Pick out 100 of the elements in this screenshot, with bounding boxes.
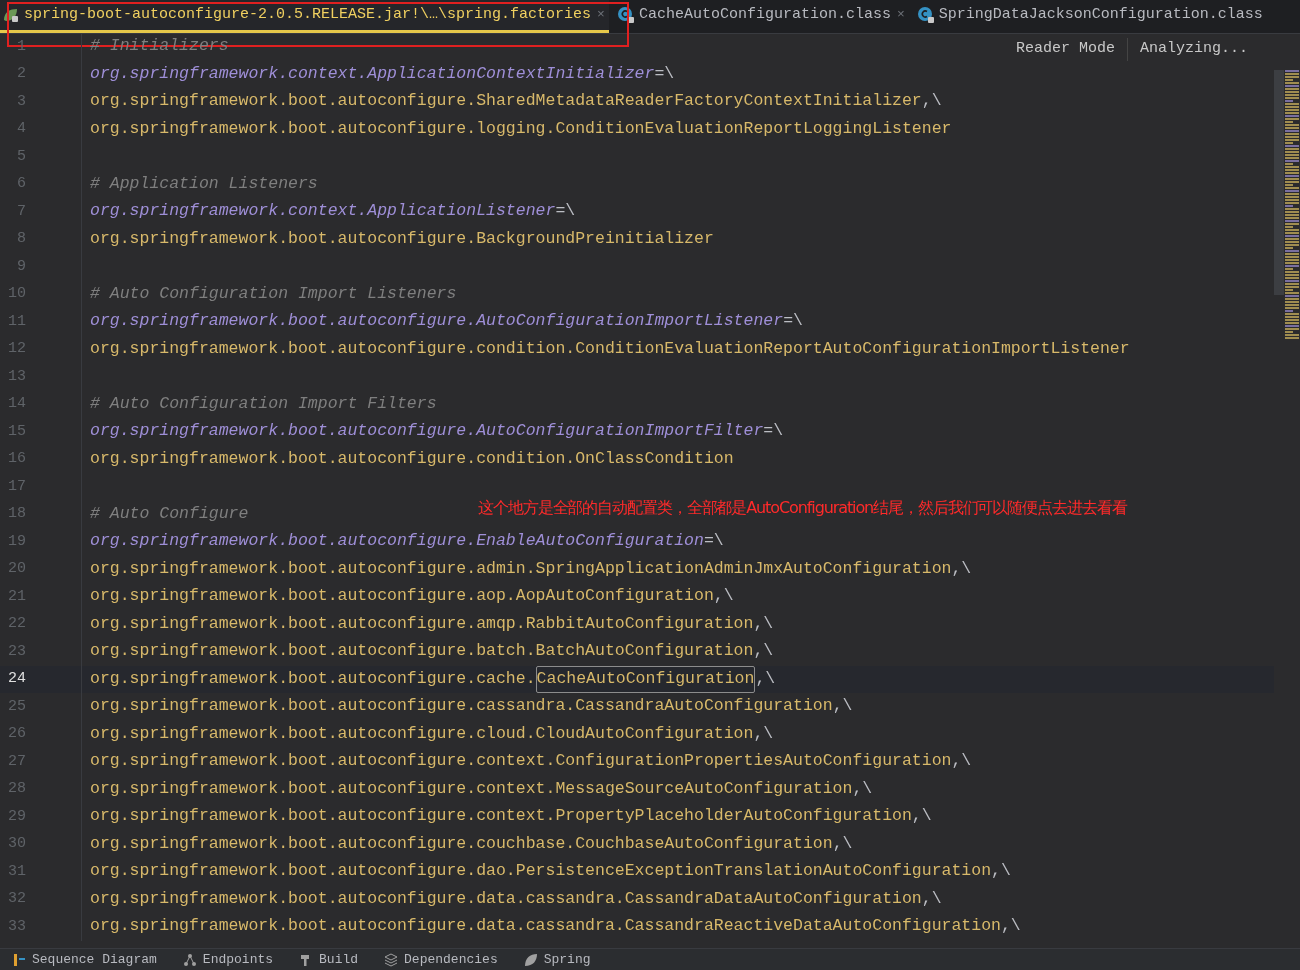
property-value: org.springframework.boot.autoconfigure.data.cassandra.CassandraDataAutoConfiguration bbox=[90, 887, 922, 910]
property-value: org.springframework.boot.autoconfigure.dao.PersistenceExceptionTranslationAutoConfiguration bbox=[90, 860, 992, 883]
line-continuation: ,\ bbox=[951, 557, 972, 580]
property-value: org.springframework.boot.autoconfigure.cassandra.CassandraAutoConfiguration bbox=[90, 695, 833, 718]
analysis-status: Analyzing... bbox=[1126, 38, 1260, 61]
property-key: org.springframework.boot.autoconfigure.EnableAutoConfiguration bbox=[90, 529, 704, 555]
reader-mode-button[interactable]: Reader Mode bbox=[1003, 38, 1127, 61]
leaf-file-icon bbox=[2, 6, 20, 24]
close-icon[interactable]: × bbox=[894, 5, 907, 25]
line-continuation: ,\ bbox=[991, 860, 1011, 883]
line-continuation: =\ bbox=[555, 200, 576, 223]
line-number: 29 bbox=[7, 806, 27, 827]
editor-tab[interactable]: CacheAutoConfiguration.class × bbox=[608, 0, 909, 33]
property-value: org.springframework.boot.autoconfigure.couchbase.CouchbaseAutoConfiguration bbox=[90, 832, 833, 855]
property-value: org.springframework.boot.autoconfigure.amqp.RabbitAutoConfiguration bbox=[90, 612, 754, 635]
line-number: 32 bbox=[7, 889, 27, 909]
line-number: 17 bbox=[7, 476, 27, 497]
line-number: 2 bbox=[16, 64, 27, 84]
line-number: 24 bbox=[7, 669, 27, 689]
line-number: 14 bbox=[7, 394, 27, 414]
line-number: 28 bbox=[7, 779, 27, 799]
line-number: 16 bbox=[7, 449, 27, 469]
line-continuation: ,\ bbox=[951, 750, 972, 773]
class-file-icon bbox=[916, 6, 935, 24]
line-continuation: ,\ bbox=[832, 695, 853, 718]
property-value: org.springframework.boot.autoconfigure.batch.BatchAutoConfiguration bbox=[90, 640, 754, 663]
line-number: 33 bbox=[7, 916, 27, 937]
line-continuation: =\ bbox=[783, 310, 803, 333]
line-number: 22 bbox=[7, 614, 27, 634]
tool-window-button[interactable]: Sequence Diagram bbox=[12, 949, 157, 970]
line-number: 18 bbox=[7, 504, 27, 524]
line-number: 27 bbox=[7, 751, 27, 772]
line-continuation: ,\ bbox=[911, 805, 932, 828]
line-number: 7 bbox=[16, 201, 27, 222]
line-number: 8 bbox=[16, 229, 27, 249]
line-number: 30 bbox=[7, 834, 27, 854]
property-key: org.springframework.context.ApplicationContextInitializer bbox=[90, 61, 655, 87]
selected-word: CacheAutoConfiguration bbox=[535, 665, 756, 693]
property-value: org.springframework.boot.autoconfigure.context.PropertyPlaceholderAutoConfiguration bbox=[90, 805, 912, 828]
line-number: 31 bbox=[7, 861, 27, 882]
line-number: 20 bbox=[7, 559, 27, 579]
line-number: 21 bbox=[7, 586, 27, 607]
comment-text: # Auto Configuration Import Filters bbox=[90, 393, 437, 413]
line-number: 4 bbox=[16, 119, 27, 139]
property-value: org.springframework.boot.autoconfigure.cloud.CloudAutoConfiguration bbox=[90, 722, 754, 745]
comment-text: # Auto Configuration Import Listeners bbox=[90, 283, 457, 303]
property-key: org.springframework.boot.autoconfigure.AutoConfigurationImportListener bbox=[90, 309, 784, 335]
line-number: 19 bbox=[7, 531, 27, 552]
class-file-icon bbox=[616, 6, 635, 24]
line-number: 3 bbox=[16, 91, 27, 112]
line-number: 5 bbox=[16, 146, 27, 167]
line-continuation: ,\ bbox=[753, 722, 774, 745]
line-number: 6 bbox=[16, 174, 27, 194]
tool-window-button[interactable]: Spring bbox=[523, 949, 591, 970]
editor-tab[interactable]: spring-boot-autoconfigure-2.0.5.RELEASE.jar!\…\spring.factories × bbox=[0, 0, 609, 33]
line-number: 9 bbox=[16, 256, 27, 277]
line-continuation: ,\ bbox=[713, 585, 734, 608]
line-continuation: ,\ bbox=[753, 640, 774, 663]
line-number: 23 bbox=[7, 641, 27, 662]
property-value: org.springframework.boot.autoconfigure.aop.AopAutoConfiguration bbox=[90, 585, 714, 608]
tool-window-button[interactable]: Endpoints bbox=[182, 949, 274, 970]
line-continuation: ,\ bbox=[832, 832, 853, 855]
line-number: 15 bbox=[7, 421, 27, 442]
comment-text: # Application Listeners bbox=[90, 173, 318, 193]
line-number: 26 bbox=[7, 724, 27, 744]
editor-tab[interactable]: SpringDataJacksonConfiguration.class bbox=[908, 0, 1265, 33]
leaf-icon bbox=[523, 952, 538, 967]
line-number: 25 bbox=[7, 696, 27, 717]
line-continuation: ,\ bbox=[852, 777, 873, 800]
line-continuation: ,\ bbox=[753, 612, 774, 635]
line-number: 10 bbox=[7, 284, 27, 304]
property-value: org.springframework.boot.autoconfigure.admin.SpringApplicationAdminJmxAutoConfiguration bbox=[90, 557, 952, 580]
annotation-text: 这个地方是全部的自动配置类，全部都是AutoConfiguration结尾，然后我们可以随便点去进去看看 bbox=[478, 497, 1127, 519]
property-value: org.springframework.boot.autoconfigure.condition.OnClassCondition bbox=[90, 447, 734, 470]
comment-text: # Auto Configure bbox=[90, 503, 249, 523]
line-continuation: ,\ bbox=[1000, 915, 1021, 938]
property-key: org.springframework.context.ApplicationListener bbox=[90, 199, 556, 225]
property-value: org.springframework.boot.autoconfigure.context.ConfigurationPropertiesAutoConfiguration bbox=[90, 750, 952, 773]
sequence-diagram-icon bbox=[12, 952, 26, 967]
property-value: org.springframework.boot.autoconfigure.BackgroundPreinitializer bbox=[90, 227, 714, 250]
layers-icon bbox=[384, 952, 399, 967]
property-value: org.springframework.boot.autoconfigure.data.cassandra.CassandraReactiveDataAutoConfiguration bbox=[90, 915, 1001, 938]
line-continuation: =\ bbox=[654, 62, 675, 85]
line-number: 13 bbox=[7, 366, 27, 387]
line-continuation: ,\ bbox=[921, 887, 942, 910]
property-value: org.springframework.boot.autoconfigure.logging.ConditionEvaluationReportLoggingListener bbox=[90, 117, 952, 140]
line-number: 12 bbox=[7, 339, 27, 359]
tool-window-button[interactable]: Dependencies bbox=[384, 949, 498, 970]
property-value: org.springframework.boot.autoconfigure.cache. bbox=[90, 667, 536, 690]
line-continuation: ,\ bbox=[921, 90, 942, 113]
network-icon bbox=[182, 952, 197, 967]
tool-window-button[interactable]: Build bbox=[299, 949, 359, 970]
property-value: org.springframework.boot.autoconfigure.condition.ConditionEvaluationReportAutoConfigurationImportListener bbox=[90, 337, 1130, 360]
line-continuation: =\ bbox=[703, 530, 724, 553]
line-continuation: =\ bbox=[763, 420, 784, 443]
property-key: org.springframework.boot.autoconfigure.AutoConfigurationImportFilter bbox=[90, 419, 764, 445]
property-value: org.springframework.boot.autoconfigure.SharedMetadataReaderFactoryContextInitializer bbox=[90, 90, 922, 113]
scrollbar-thumb[interactable] bbox=[1274, 70, 1284, 295]
line-number: 11 bbox=[7, 311, 27, 332]
line-continuation: ,\ bbox=[755, 667, 776, 690]
